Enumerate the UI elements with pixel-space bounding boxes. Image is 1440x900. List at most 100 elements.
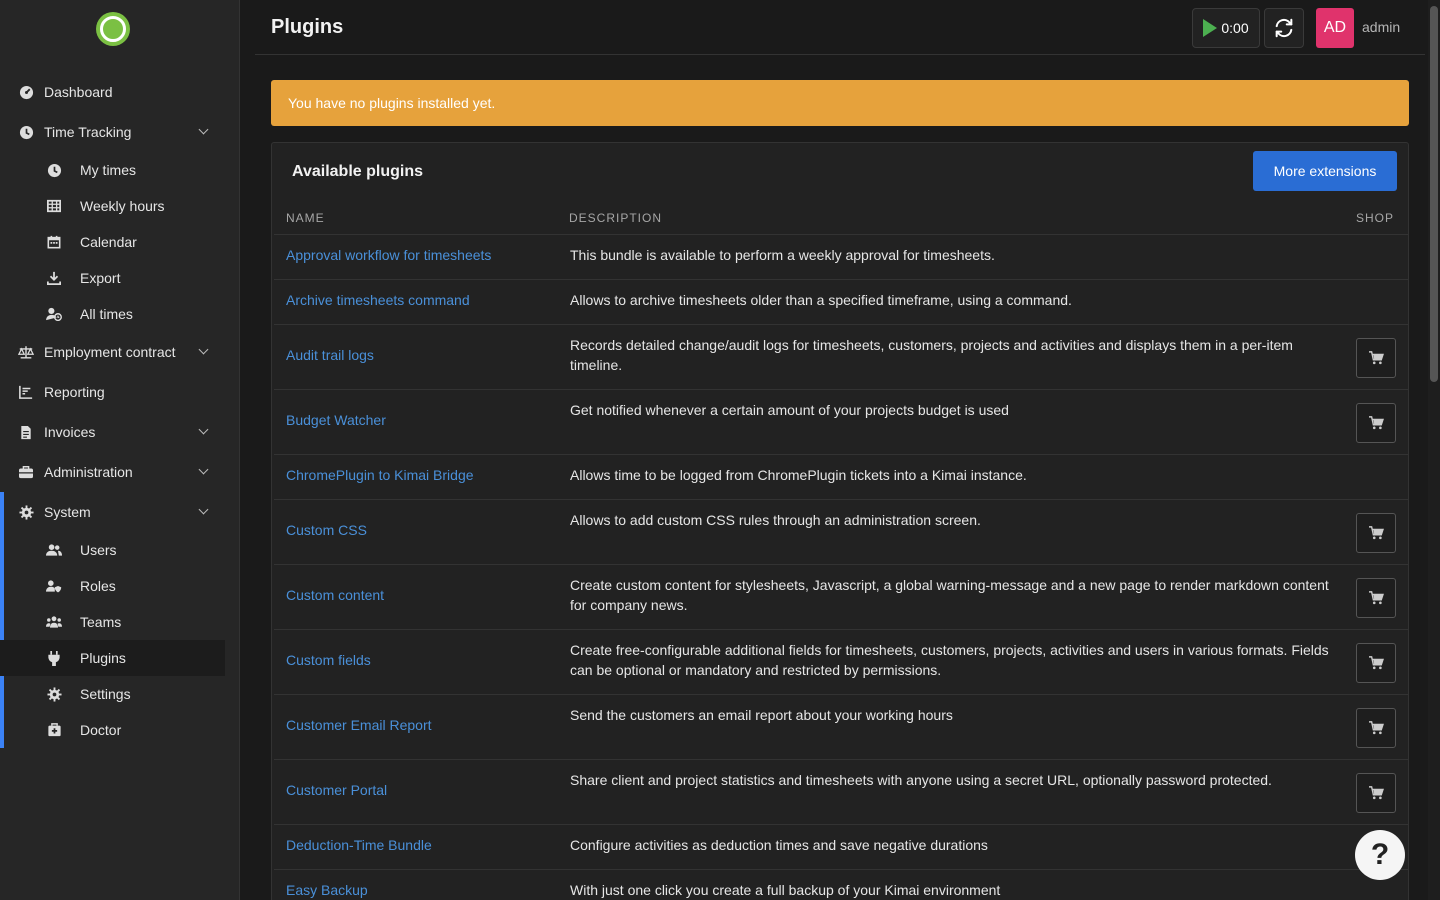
medkit-icon [46,722,62,738]
username-label[interactable]: admin [1362,19,1400,35]
sidebar-item-users[interactable]: Users [0,532,225,568]
plugin-description: Send the customers an email report about… [570,707,953,723]
plugin-description: Share client and project statistics and … [570,772,1272,788]
page-scrollbar[interactable] [1428,0,1440,900]
plugin-name-link[interactable]: Custom content [286,587,384,603]
column-header-shop: SHOP [1356,211,1395,225]
chevron-down-icon[interactable] [198,464,209,475]
shop-button[interactable] [1356,402,1396,443]
sidebar-item-teams[interactable]: Teams [0,604,225,640]
shop-button[interactable] [1356,337,1396,378]
table-icon [46,198,62,214]
sidebar-item-label: Users [80,542,117,558]
plugin-description: Configure activities as deduction times … [570,837,988,853]
shop-button[interactable] [1356,642,1396,683]
plugin-description: Records detailed change/audit logs for t… [570,337,1293,373]
sidebar-item-employment-contract[interactable]: Employment contract [0,334,225,370]
plugin-name-link[interactable]: Archive timesheets command [286,292,470,308]
shopping-cart-icon [1369,720,1384,734]
sidebar-item-label: My times [80,162,136,178]
sidebar-item-label: Doctor [80,722,122,738]
plugin-name-link[interactable]: Easy Backup [286,882,368,898]
column-header-description: DESCRIPTION [569,211,663,225]
plugin-name-link[interactable]: ChromePlugin to Kimai Bridge [286,467,474,483]
plugin-description: Allows time to be logged from ChromePlug… [570,467,1027,483]
sidebar-item-dashboard[interactable]: Dashboard [0,74,225,110]
help-button[interactable]: ? [1355,830,1405,880]
sidebar-item-label: Teams [80,614,122,630]
plugin-name-link[interactable]: Customer Email Report [286,717,432,733]
sidebar-item-settings[interactable]: Settings [0,676,225,712]
clock-icon [46,162,62,178]
page-title: Plugins [271,16,344,38]
shop-button[interactable] [1356,577,1396,618]
table-row: Deduction-Time Bundle Configure activitie… [274,824,1408,869]
table-row: Customer Email Report Send the customers … [274,694,1408,759]
shopping-cart-icon [1369,350,1384,364]
sidebar-item-system[interactable]: System [0,494,225,530]
sidebar: Dashboard Time Tracking My times Weekly hou… [0,0,240,900]
shopping-cart-icon [1369,655,1384,669]
chevron-down-icon[interactable] [198,424,209,435]
plugin-description: Get notified whenever a certain amount o… [570,402,1009,418]
page-header: Plugins 0:00 AD admin [255,0,1425,55]
plugin-description: With just one click you create a full ba… [570,882,1001,898]
shop-button[interactable] [1356,707,1396,748]
plugin-name-link[interactable]: Budget Watcher [286,412,386,428]
plugin-name-link[interactable]: Audit trail logs [286,347,374,363]
shop-button[interactable] [1356,772,1396,813]
table-row: ChromePlugin to Kimai Bridge Allows time … [274,454,1408,499]
refresh-icon [1275,18,1293,38]
user-shield-icon [46,578,62,594]
shopping-cart-icon [1369,525,1384,539]
plugin-name-link[interactable]: Custom fields [286,652,371,668]
sidebar-item-roles[interactable]: Roles [0,568,225,604]
sidebar-item-label: Employment contract [44,344,176,360]
sidebar-item-label: Time Tracking [44,124,132,140]
sidebar-item-export[interactable]: Export [0,260,225,296]
more-extensions-button[interactable]: More extensions [1253,151,1397,191]
scrollbar-thumb[interactable] [1430,6,1438,382]
sidebar-item-label: Settings [80,686,131,702]
gear-icon [46,686,62,702]
shop-button[interactable] [1356,512,1396,553]
sidebar-item-label: Roles [80,578,116,594]
plugin-name-link[interactable]: Deduction-Time Bundle [286,837,432,853]
plugin-description: Allows to add custom CSS rules through a… [570,512,981,528]
gear-icon [18,504,34,520]
sidebar-item-time-tracking[interactable]: Time Tracking [0,114,225,150]
user-avatar[interactable]: AD [1316,8,1354,48]
sidebar-item-label: Weekly hours [80,198,165,214]
start-timer-button[interactable]: 0:00 [1192,8,1260,48]
shopping-cart-icon [1369,590,1384,604]
sidebar-item-administration[interactable]: Administration [0,454,225,490]
team-icon [46,614,62,630]
chevron-down-icon[interactable] [198,344,209,355]
plugin-name-link[interactable]: Custom CSS [286,522,367,538]
play-icon [1203,19,1218,37]
sync-button[interactable] [1264,8,1304,48]
dashboard-icon [18,84,34,100]
shopping-cart-icon [1369,415,1384,429]
sidebar-item-label: Plugins [80,650,126,666]
sidebar-item-reporting[interactable]: Reporting [0,374,225,410]
plugin-name-link[interactable]: Customer Portal [286,782,387,798]
sidebar-item-invoices[interactable]: Invoices [0,414,225,450]
sidebar-item-all-times[interactable]: All times [0,296,225,332]
sidebar-item-plugins[interactable]: Plugins [0,640,225,676]
sidebar-item-calendar[interactable]: Calendar [0,224,225,260]
kimai-logo-icon[interactable] [96,12,130,46]
sidebar-item-label: Calendar [80,234,137,250]
chevron-down-icon[interactable] [198,504,209,515]
plugin-name-link[interactable]: Approval workflow for timesheets [286,247,491,263]
sidebar-item-label: System [44,504,91,520]
calendar-icon [46,234,62,250]
sidebar-item-doctor[interactable]: Doctor [0,712,225,748]
chevron-down-icon[interactable] [198,124,209,135]
column-header-name: NAME [286,211,325,225]
sidebar-item-my-times[interactable]: My times [0,152,225,188]
clock-icon [18,124,34,140]
sidebar-item-weekly-hours[interactable]: Weekly hours [0,188,225,224]
no-plugins-alert: You have no plugins installed yet. [271,80,1409,126]
table-row: Customer Portal Share client and project … [274,759,1408,824]
